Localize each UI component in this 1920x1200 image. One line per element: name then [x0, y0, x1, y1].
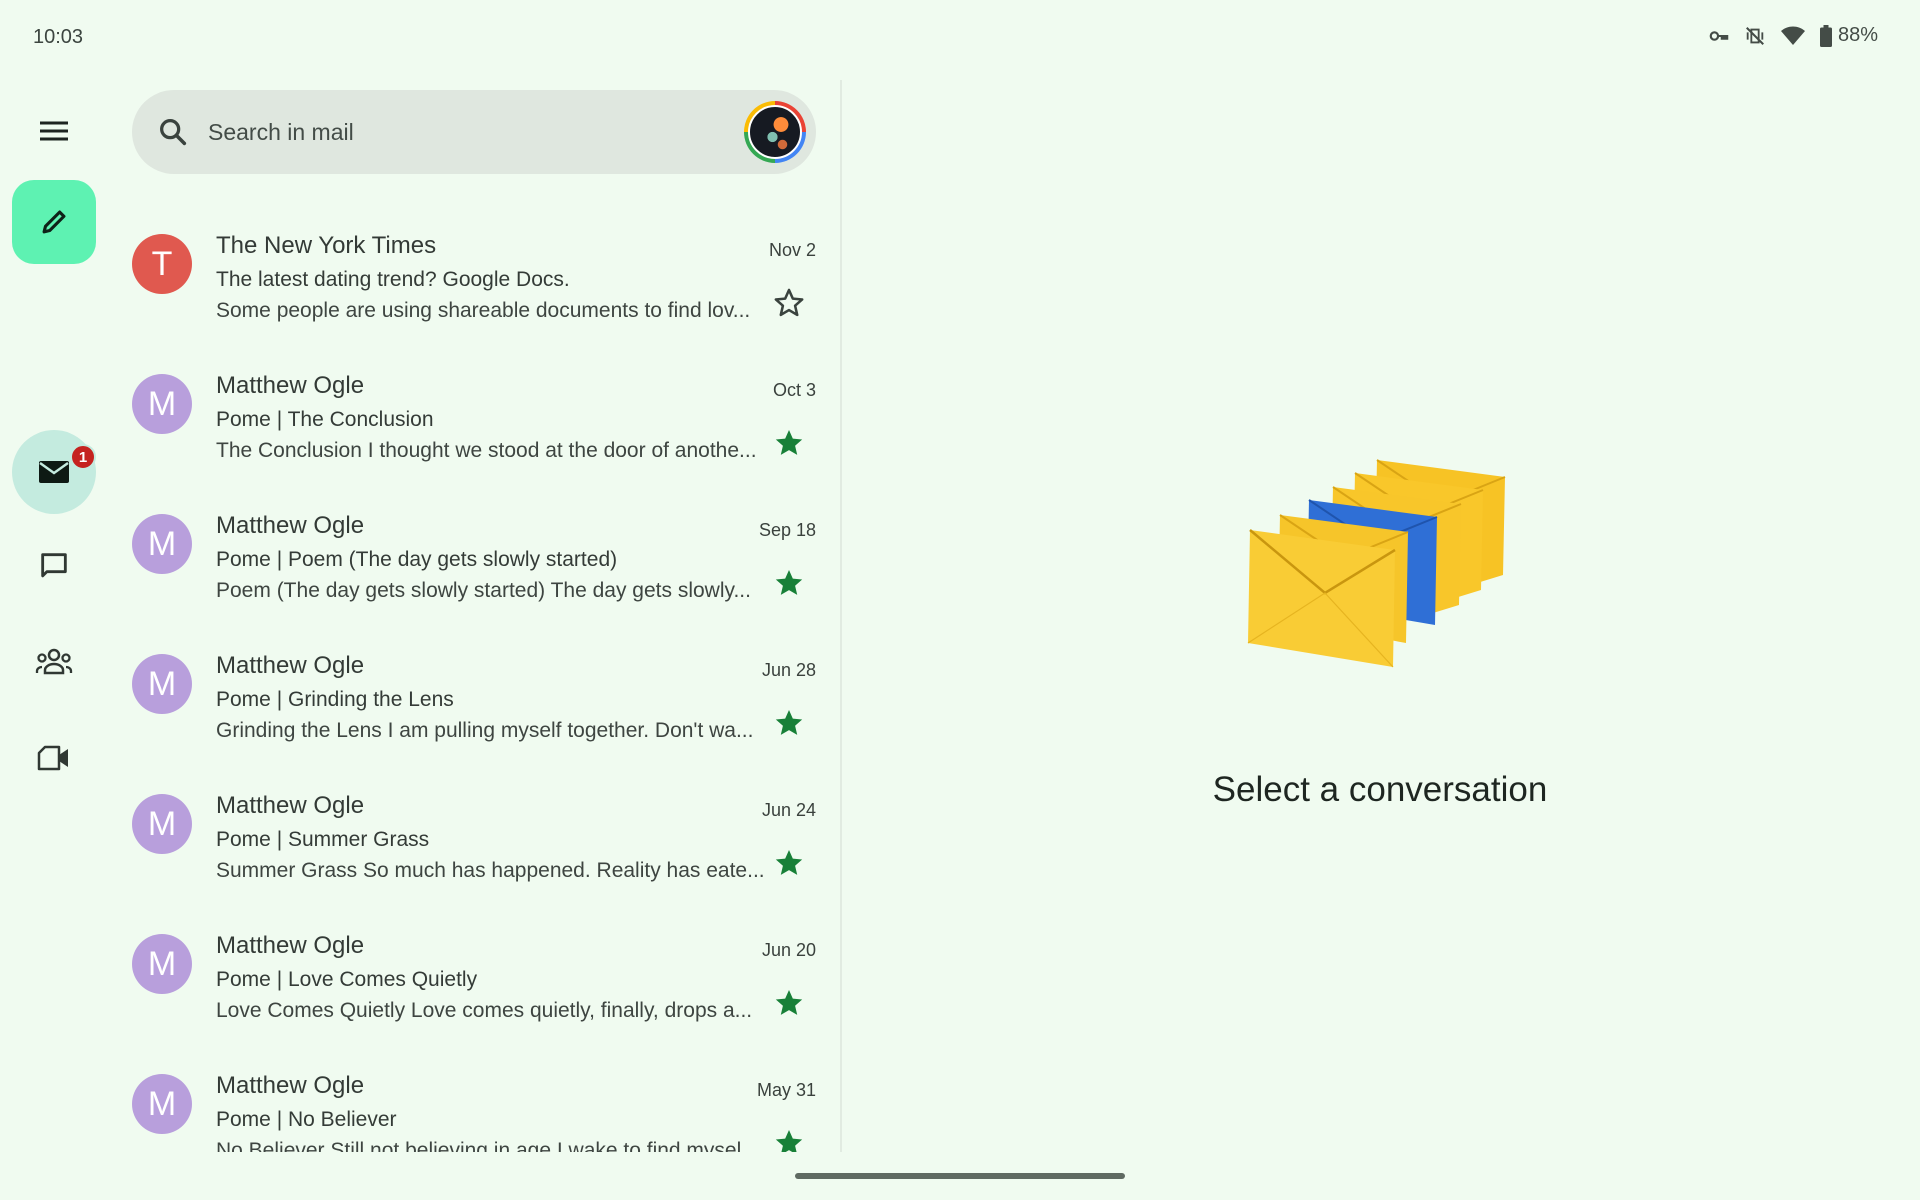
- battery-percent: 88%: [1837, 24, 1878, 46]
- mail-subject: Pome | Summer Grass: [216, 828, 430, 851]
- gesture-navigation-bar[interactable]: [795, 1173, 1125, 1179]
- star-filled-icon[interactable]: [772, 846, 806, 880]
- mail-date: Nov 2: [768, 240, 816, 260]
- vpn-key-icon: [1708, 25, 1730, 47]
- mail-date: May 31: [756, 1080, 816, 1100]
- mail-subject: Pome | No Believer: [216, 1108, 397, 1131]
- mail-list-item[interactable]: M Matthew Ogle Jun 28 Pome | Grinding th…: [120, 640, 820, 780]
- mail-list-item[interactable]: M Matthew Ogle Jun 24 Pome | Summer Gras…: [120, 780, 820, 920]
- sender-name: Matthew Ogle: [216, 792, 365, 819]
- mail-snippet: The Conclusion I thought we stood at the…: [216, 439, 757, 462]
- nav-mail[interactable]: 1: [12, 430, 96, 514]
- sender-avatar: T: [132, 234, 192, 294]
- mail-subject: The latest dating trend? Google Docs.: [216, 268, 570, 291]
- nav-meet[interactable]: [12, 716, 96, 800]
- mail-date: Jun 20: [761, 940, 816, 960]
- chat-icon: [41, 553, 67, 578]
- mail-snippet: Poem (The day gets slowly started) The d…: [216, 579, 751, 602]
- search-bar[interactable]: [132, 90, 816, 174]
- mail-snippet: Grinding the Lens I am pulling myself to…: [216, 719, 754, 742]
- mail-date: Jun 24: [761, 800, 816, 820]
- status-icons: 88%: [1708, 24, 1878, 47]
- mail-list-item[interactable]: M Matthew Ogle Sep 18 Pome | Poem (The d…: [120, 500, 820, 640]
- sender-avatar: M: [132, 374, 192, 434]
- sender-avatar: M: [132, 514, 192, 574]
- menu-button[interactable]: [34, 116, 74, 146]
- mail-date: Sep 18: [758, 520, 816, 540]
- battery-icon: [1819, 24, 1832, 47]
- wifi-icon: [1780, 25, 1806, 47]
- star-filled-icon[interactable]: [772, 426, 806, 460]
- select-conversation-text: Select a conversation: [1212, 770, 1548, 809]
- sender-name: Matthew Ogle: [216, 512, 365, 539]
- pencil-icon: [42, 210, 66, 234]
- mail-snippet: Love Comes Quietly Love comes quietly, f…: [216, 999, 753, 1022]
- sender-name: Matthew Ogle: [216, 652, 365, 679]
- star-outline-icon[interactable]: [772, 286, 806, 320]
- vibrate-off-icon: [1744, 25, 1766, 47]
- star-filled-icon[interactable]: [772, 566, 806, 600]
- mail-list-item[interactable]: M Matthew Ogle May 31 Pome | No Believer…: [120, 1060, 820, 1152]
- mail-list[interactable]: T The New York Times Nov 2 The latest da…: [120, 220, 820, 1152]
- sender-avatar: M: [132, 654, 192, 714]
- group-icon: [35, 648, 73, 675]
- sender-name: Matthew Ogle: [216, 372, 365, 399]
- account-avatar[interactable]: [744, 101, 806, 163]
- compose-button[interactable]: [12, 180, 96, 264]
- mail-subject: Pome | Poem (The day gets slowly started…: [216, 548, 618, 571]
- search-input[interactable]: [208, 118, 688, 146]
- envelope-front: [1247, 529, 1396, 668]
- sender-avatar: M: [132, 1074, 192, 1134]
- gmail-screen: 10:03 88% 1 Search in mail T The New Yor…: [0, 0, 1920, 1200]
- sender-name: Matthew Ogle: [216, 1072, 365, 1099]
- star-filled-icon[interactable]: [772, 706, 806, 740]
- mail-subject: Pome | Love Comes Quietly: [216, 968, 478, 991]
- nav-spaces[interactable]: [12, 620, 96, 704]
- mail-date: Oct 3: [772, 380, 816, 400]
- mail-subject: Pome | Grinding the Lens: [216, 688, 454, 711]
- status-time: 10:03: [33, 26, 84, 48]
- pane-divider[interactable]: [840, 80, 842, 1152]
- mail-list-item[interactable]: M Matthew Ogle Jun 20 Pome | Love Comes …: [120, 920, 820, 1060]
- star-filled-icon[interactable]: [772, 1126, 806, 1152]
- sender-name: The New York Times: [216, 232, 437, 259]
- account-avatar-image: [748, 105, 802, 159]
- video-icon: [37, 745, 68, 771]
- mail-snippet: Summer Grass So much has happened. Reali…: [216, 859, 765, 882]
- mail-date: Jun 28: [761, 660, 816, 680]
- mail-list-item[interactable]: M Matthew Ogle Oct 3 Pome | The Conclusi…: [120, 360, 820, 500]
- sender-name: Matthew Ogle: [216, 932, 365, 959]
- star-filled-icon[interactable]: [772, 986, 806, 1020]
- mail-list-item[interactable]: T The New York Times Nov 2 The latest da…: [120, 220, 820, 360]
- unread-badge: 1: [70, 444, 96, 470]
- mail-snippet: Some people are using shareable document…: [216, 299, 751, 322]
- envelopes-illustration: [1247, 459, 1506, 668]
- sender-avatar: M: [132, 934, 192, 994]
- sender-avatar: M: [132, 794, 192, 854]
- mail-subject: Pome | The Conclusion: [216, 408, 434, 431]
- mail-snippet: No Believer Still not believing in age I…: [216, 1139, 742, 1152]
- nav-chat[interactable]: [12, 524, 96, 608]
- search-icon: [160, 119, 187, 146]
- mail-icon: [39, 461, 69, 483]
- menu-icon: [40, 121, 68, 141]
